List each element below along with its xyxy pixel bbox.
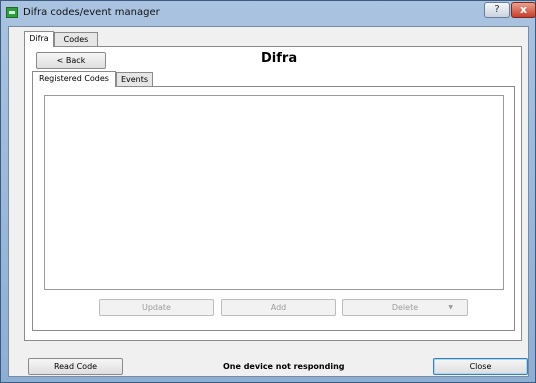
app-window: Difra codes/event manager ? x Difra Code… (0, 0, 536, 383)
page-title: Difra (261, 51, 298, 66)
tab-registered-codes[interactable]: Registered Codes (32, 71, 116, 87)
update-button[interactable]: Update (99, 299, 214, 316)
tab-difra-label: Difra (29, 34, 49, 43)
tab-difra[interactable]: Difra (24, 31, 54, 47)
help-icon: ? (494, 4, 500, 15)
delete-button[interactable]: Delete ▼ (342, 299, 468, 316)
read-code-button[interactable]: Read Code (28, 358, 123, 375)
registered-codes-panel: Update Add Delete ▼ (32, 86, 515, 331)
tab-registered-codes-label: Registered Codes (39, 74, 109, 83)
back-button[interactable]: < Back (36, 52, 106, 69)
title-bar[interactable]: Difra codes/event manager ? x (1, 1, 536, 25)
tab-codes-label: Codes (63, 35, 89, 44)
delete-button-label: Delete (391, 303, 419, 312)
close-button[interactable]: Close (433, 358, 528, 375)
codes-list[interactable] (44, 95, 504, 290)
client-area: Difra Codes < Back Difra Registered Code… (8, 26, 529, 377)
tab-events[interactable]: Events (116, 72, 153, 87)
add-button[interactable]: Add (221, 299, 336, 316)
tab-events-label: Events (120, 75, 149, 84)
window-title: Difra codes/event manager (23, 7, 160, 18)
app-icon (6, 7, 18, 18)
difra-tab-panel: < Back Difra Registered Codes Events Upd… (24, 46, 522, 341)
help-button[interactable]: ? (484, 2, 510, 18)
tab-codes[interactable]: Codes (54, 32, 98, 47)
dropdown-arrow-icon: ▼ (448, 304, 453, 311)
window-close-button[interactable]: x (511, 2, 536, 18)
close-icon: x (519, 3, 528, 16)
status-message: One device not responding (223, 362, 345, 371)
